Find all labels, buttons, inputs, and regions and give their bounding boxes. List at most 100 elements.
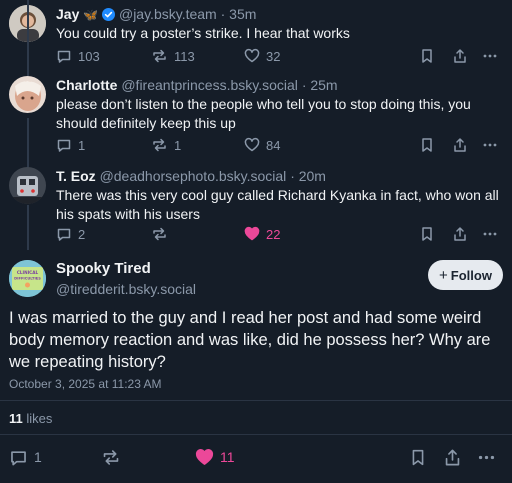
- more-options-button[interactable]: [482, 225, 498, 243]
- likes-summary[interactable]: 11 likes: [9, 411, 52, 426]
- bookmark-button[interactable]: [420, 136, 434, 154]
- like-count: 11: [220, 449, 235, 465]
- reply-button[interactable]: 1: [9, 447, 42, 467]
- post-text: There was this very cool guy called Rich…: [56, 187, 499, 222]
- post-header: Jay 🦋 @jay.bsky.team · 35m: [56, 5, 256, 25]
- share-button[interactable]: [452, 47, 468, 65]
- divider: [0, 434, 512, 435]
- heart-filled-icon: [195, 448, 214, 465]
- reply-post-jay[interactable]: Jay 🦋 @jay.bsky.team · 35m You could try…: [0, 0, 512, 76]
- author-handle[interactable]: @deadhorsephoto.bsky.social: [100, 168, 287, 184]
- repost-button[interactable]: [101, 447, 121, 467]
- bookmark-icon: [422, 227, 432, 241]
- like-count: 32: [266, 48, 281, 64]
- reply-button[interactable]: 1: [56, 136, 85, 154]
- avatar[interactable]: [9, 76, 46, 113]
- repost-button[interactable]: 113: [151, 47, 195, 65]
- thread-line: [27, 0, 29, 76]
- reply-count: 2: [78, 226, 86, 242]
- post-actions: 2 22: [56, 225, 506, 243]
- plus-icon: +: [439, 266, 448, 284]
- post-actions: 103 113 32: [56, 47, 506, 65]
- more-icon: [483, 143, 497, 147]
- reply-count: 1: [34, 449, 42, 465]
- heart-icon: [244, 137, 260, 152]
- share-button[interactable]: [452, 136, 468, 154]
- verified-badge-icon: [102, 7, 116, 25]
- reply-button[interactable]: 2: [56, 225, 85, 243]
- author-name[interactable]: Charlotte: [56, 77, 117, 93]
- author-name[interactable]: T. Eoz: [56, 168, 96, 184]
- repost-button[interactable]: [151, 225, 174, 243]
- post-text: please don’t listen to the people who te…: [56, 96, 471, 131]
- post-header: Charlotte @fireantprincess.bsky.social ·…: [56, 76, 338, 94]
- bookmark-button[interactable]: [420, 225, 434, 243]
- repost-icon: [103, 449, 119, 465]
- author-handle[interactable]: @jay.bsky.team: [119, 6, 217, 22]
- like-button[interactable]: 11: [195, 447, 235, 467]
- author-handle[interactable]: @fireantprincess.bsky.social: [121, 77, 298, 93]
- post-actions: 1 1 84: [56, 136, 506, 154]
- heart-icon: [244, 48, 260, 63]
- avatar[interactable]: CLINICAL DIFFICULTIES: [9, 260, 46, 297]
- more-icon: [478, 455, 495, 459]
- heart-filled-icon: [244, 226, 260, 241]
- share-icon: [454, 49, 466, 63]
- bookmark-icon: [422, 49, 432, 63]
- reply-count: 1: [78, 137, 86, 153]
- reply-post-charlotte[interactable]: Charlotte @fireantprincess.bsky.social ·…: [0, 76, 512, 164]
- reply-icon: [57, 139, 71, 152]
- repost-icon: [153, 138, 166, 152]
- divider: [0, 400, 512, 401]
- reply-button[interactable]: 103: [56, 47, 100, 65]
- post-header: T. Eoz @deadhorsephoto.bsky.social · 20m: [56, 167, 326, 185]
- post-time[interactable]: · 20m: [290, 168, 326, 184]
- bookmark-button[interactable]: [410, 447, 426, 467]
- post-timestamp[interactable]: October 3, 2025 at 11:23 AM: [9, 377, 162, 391]
- butterfly-emoji: 🦋: [83, 8, 99, 22]
- reply-post-t-eoz[interactable]: T. Eoz @deadhorsephoto.bsky.social · 20m…: [0, 164, 512, 250]
- bookmark-button[interactable]: [420, 47, 434, 65]
- avatar[interactable]: [9, 167, 46, 204]
- reply-icon: [57, 228, 71, 241]
- like-count: 22: [266, 226, 281, 242]
- repost-count: 1: [174, 137, 182, 153]
- share-button[interactable]: [452, 225, 468, 243]
- avatar-label-line-2: DIFFICULTIES: [14, 277, 41, 281]
- post-time[interactable]: · 35m: [221, 6, 257, 22]
- reply-icon: [11, 450, 26, 465]
- more-icon: [483, 232, 497, 236]
- post-actions: 1 11: [9, 447, 505, 467]
- author-name[interactable]: Spooky Tired: [56, 260, 196, 278]
- follow-button[interactable]: + Follow: [428, 260, 503, 290]
- repost-button[interactable]: 1: [151, 136, 181, 154]
- share-icon: [445, 449, 460, 465]
- post-time[interactable]: · 25m: [302, 77, 338, 93]
- likes-summary-label: likes: [26, 411, 53, 426]
- repost-count: 113: [174, 48, 195, 64]
- like-button[interactable]: 84: [244, 136, 280, 154]
- reply-icon: [57, 50, 71, 63]
- author-handle[interactable]: @tiredderit.bsky.social: [56, 280, 196, 298]
- follow-label: Follow: [450, 267, 492, 283]
- repost-icon: [153, 227, 166, 241]
- more-options-button[interactable]: [482, 47, 498, 65]
- share-button[interactable]: [443, 447, 462, 467]
- post-header: Spooky Tired @tiredderit.bsky.social: [56, 260, 196, 298]
- more-options-button[interactable]: [477, 447, 496, 467]
- repost-icon: [153, 49, 166, 63]
- like-button[interactable]: 32: [244, 47, 280, 65]
- reply-count: 103: [78, 48, 100, 64]
- bookmark-icon: [412, 449, 424, 465]
- author-name[interactable]: Jay: [56, 6, 79, 22]
- share-icon: [454, 138, 466, 152]
- bookmark-icon: [422, 138, 432, 152]
- post-text: You could try a poster’s strike. I hear …: [56, 25, 350, 41]
- like-count: 84: [266, 137, 281, 153]
- likes-summary-count: 11: [9, 411, 23, 426]
- share-icon: [454, 227, 466, 241]
- like-button[interactable]: 22: [244, 225, 280, 243]
- more-options-button[interactable]: [482, 136, 498, 154]
- post-text: I was married to the guy and I read her …: [9, 309, 491, 371]
- avatar-label-line-1: CLINICAL: [17, 270, 39, 275]
